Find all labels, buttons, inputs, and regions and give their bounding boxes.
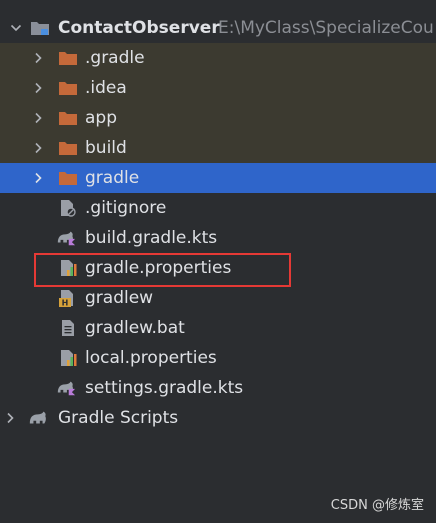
properties-file-icon <box>61 350 77 366</box>
tree-item-label: gradlew <box>85 288 154 308</box>
gradle-elephant-icon <box>29 411 46 424</box>
tree-item-label: gradlew.bat <box>85 318 185 338</box>
gradle-kotlin-icon <box>57 381 76 396</box>
chevron-right-icon[interactable] <box>32 112 44 124</box>
tree-row-file-settings-gradle-kts[interactable]: settings.gradle.kts <box>0 373 436 403</box>
folder-icon <box>59 82 77 95</box>
tree-row-file-gradlew[interactable]: H gradlew <box>0 283 436 313</box>
tree-row-folder-app[interactable]: app <box>0 103 436 133</box>
shell-script-icon: H <box>59 290 73 308</box>
tree-item-label: gradle <box>85 168 140 188</box>
gitignore-file-icon <box>61 200 76 217</box>
chevron-right-icon[interactable] <box>32 142 44 154</box>
tree-item-label: .gitignore <box>85 198 167 218</box>
chevron-right-icon[interactable] <box>4 412 16 424</box>
tree-row-file-gradle-properties[interactable]: gradle.properties <box>0 253 436 283</box>
gradle-kotlin-icon <box>57 231 76 246</box>
text-file-icon <box>62 320 74 336</box>
project-name: ContactObserver <box>58 18 220 38</box>
chevron-right-icon[interactable] <box>32 52 44 64</box>
folder-icon <box>59 52 77 65</box>
properties-file-icon <box>61 260 77 276</box>
folder-icon <box>59 172 77 185</box>
tree-item-label: local.properties <box>85 348 217 368</box>
tree-row-file-gitignore[interactable]: .gitignore <box>0 193 436 223</box>
tree-item-label: app <box>85 108 117 128</box>
project-tree: ContactObserver E:\MyClass\SpecializeCou… <box>0 13 436 433</box>
module-folder-icon <box>31 22 49 35</box>
tree-row-gradle-scripts[interactable]: Gradle Scripts <box>0 403 436 433</box>
tree-row-file-gradlew-bat[interactable]: gradlew.bat <box>0 313 436 343</box>
project-path: E:\MyClass\SpecializeCou <box>218 18 434 38</box>
watermark: CSDN @修炼室 <box>330 498 424 513</box>
tree-row-file-local-properties[interactable]: local.properties <box>0 343 436 373</box>
tree-item-label: build.gradle.kts <box>85 228 218 248</box>
tree-item-label: .idea <box>85 78 127 98</box>
tree-row-folder-gradle[interactable]: gradle <box>0 163 436 193</box>
folder-icon <box>59 142 77 155</box>
tree-item-label: build <box>85 138 127 158</box>
chevron-right-icon[interactable] <box>32 82 44 94</box>
tree-row-file-build-gradle-kts[interactable]: build.gradle.kts <box>0 223 436 253</box>
chevron-right-icon[interactable] <box>32 172 44 184</box>
tree-item-label: settings.gradle.kts <box>85 378 244 398</box>
folder-icon <box>59 112 77 125</box>
tree-item-label: gradle.properties <box>85 258 232 278</box>
svg-text:H: H <box>62 299 69 308</box>
chevron-down-icon[interactable] <box>10 22 22 34</box>
tree-row-folder-idea[interactable]: .idea <box>0 73 436 103</box>
tree-item-label: .gradle <box>85 48 145 68</box>
tree-row-folder-build[interactable]: build <box>0 133 436 163</box>
tree-row-folder-gradle-hidden[interactable]: .gradle <box>0 43 436 73</box>
tree-item-label: Gradle Scripts <box>58 408 179 428</box>
tree-row-project-root[interactable]: ContactObserver E:\MyClass\SpecializeCou <box>0 13 436 43</box>
